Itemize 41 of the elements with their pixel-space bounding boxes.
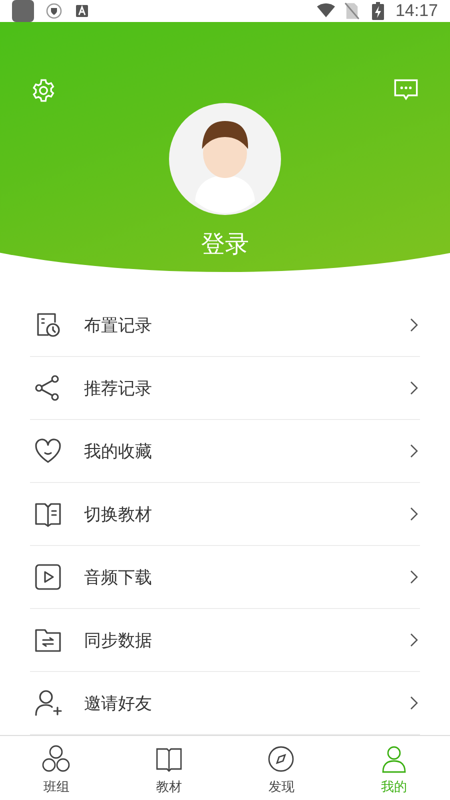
user-add-icon [34, 689, 62, 717]
menu-item[interactable]: 布置记录 [30, 294, 420, 357]
message-icon[interactable] [393, 78, 419, 102]
menu-item[interactable]: 音频下载 [30, 546, 420, 609]
menu-item[interactable]: 邀请好友 [30, 672, 420, 735]
chevron-right-icon [410, 381, 418, 395]
calendar-clock-icon [34, 311, 62, 339]
menu-label: 我的收藏 [84, 440, 153, 462]
play-icon [34, 563, 62, 591]
compass-icon [266, 744, 296, 774]
no-sim-icon [343, 2, 362, 20]
circles-icon [41, 744, 72, 774]
avatar[interactable] [169, 103, 281, 215]
menu-label: 切换教材 [84, 504, 153, 526]
menu-label: 推荐记录 [84, 378, 153, 400]
chevron-right-icon [410, 444, 418, 458]
tab[interactable]: 教材 [112, 736, 225, 800]
heart-icon [34, 437, 62, 465]
font-icon [74, 3, 90, 19]
menu-label: 同步数据 [84, 630, 153, 652]
menu-item[interactable]: 我的收藏 [30, 420, 420, 483]
shield-icon [46, 3, 62, 19]
chevron-right-icon [410, 507, 418, 521]
wifi-icon [317, 2, 336, 20]
tab[interactable]: 班组 [0, 736, 112, 800]
tab[interactable]: 发现 [225, 736, 338, 800]
menu-item[interactable]: 切换教材 [30, 483, 420, 546]
folder-icon [34, 626, 62, 654]
menu-item[interactable]: 推荐记录 [30, 357, 420, 420]
chevron-right-icon [410, 318, 418, 332]
chevron-right-icon [410, 696, 418, 710]
book-icon [34, 500, 62, 528]
menu-label: 邀请好友 [84, 692, 153, 714]
clock-time: 14:17 [395, 1, 438, 21]
menu-label: 布置记录 [84, 314, 153, 336]
chevron-right-icon [410, 570, 418, 584]
settings-icon[interactable] [31, 78, 56, 103]
app-icon [12, 0, 34, 22]
chevron-right-icon [410, 633, 418, 647]
menu-label: 音频下载 [84, 566, 153, 588]
menu-item[interactable]: 同步数据 [30, 609, 420, 672]
